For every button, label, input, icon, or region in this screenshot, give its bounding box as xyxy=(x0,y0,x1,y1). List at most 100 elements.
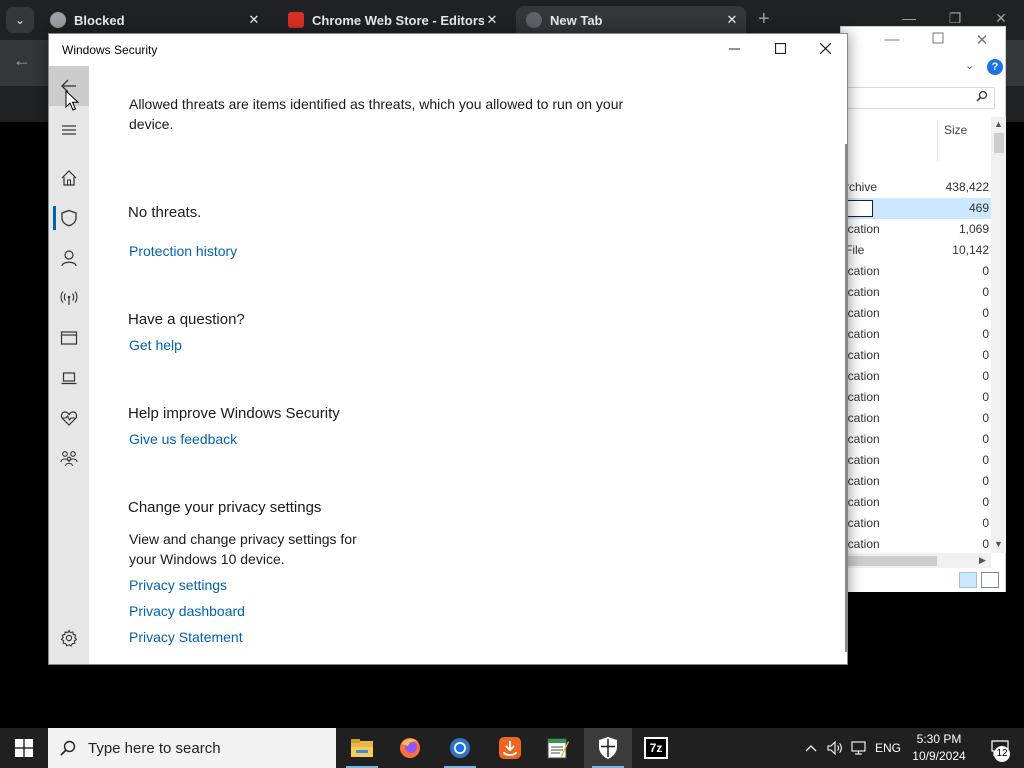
browser-minimize-button[interactable]: — xyxy=(894,10,924,26)
list-item[interactable]: ication 0 xyxy=(841,513,991,534)
network-button[interactable] xyxy=(848,728,870,768)
list-item[interactable]: ication 0 xyxy=(841,492,991,513)
tab-title: New Tab xyxy=(550,12,603,28)
taskbar-windows-security[interactable] xyxy=(584,728,632,768)
vertical-scrollbar[interactable]: ▲ ▼ xyxy=(991,117,1006,553)
heart-pulse-icon xyxy=(60,411,78,426)
taskbar-firefox[interactable] xyxy=(386,728,434,768)
status-bar xyxy=(841,568,1005,592)
app-browser-icon xyxy=(60,331,78,345)
protection-history-link[interactable]: Protection history xyxy=(129,243,237,259)
taskbar-search-input[interactable]: Type here to search xyxy=(48,728,336,768)
web-store-icon xyxy=(288,12,304,28)
active-indicator xyxy=(53,206,56,230)
taskbar-file-explorer[interactable] xyxy=(338,728,386,768)
scroll-up-icon[interactable]: ▲ xyxy=(991,119,1006,129)
tab-search-button[interactable]: ⌄ xyxy=(6,7,34,33)
list-item[interactable]: ication 0 xyxy=(841,471,991,492)
start-button[interactable] xyxy=(0,728,48,768)
list-item-selected[interactable]: 469 xyxy=(841,198,991,219)
mouse-cursor-icon xyxy=(65,90,79,111)
explorer-maximize-button[interactable] xyxy=(923,31,953,48)
content-scrollbar[interactable] xyxy=(845,144,847,652)
help-icon[interactable]: ? xyxy=(987,59,1003,75)
close-tab-icon[interactable]: ✕ xyxy=(724,12,740,28)
horizontal-scrollbar[interactable]: ▶ xyxy=(841,553,991,568)
list-item[interactable]: ication 0 xyxy=(841,261,991,282)
list-item[interactable]: ication 0 xyxy=(841,387,991,408)
taskbar: Type here to search 7z ENG 5:30 PM 10/9/… xyxy=(0,728,1024,768)
nav-home[interactable] xyxy=(49,158,89,198)
list-item[interactable]: ication 0 xyxy=(841,429,991,450)
explorer-search-input[interactable] xyxy=(847,87,995,109)
list-item[interactable]: ication 1,069 xyxy=(841,219,991,240)
list-item[interactable]: ication 0 xyxy=(841,450,991,471)
scrollbar-thumb[interactable] xyxy=(994,133,1004,153)
tab-chrome-web-store[interactable]: Chrome Web Store - Editors' P ✕ xyxy=(278,6,506,34)
tab-blocked[interactable]: Blocked ✕ xyxy=(40,6,268,34)
privacy-settings-heading: Change your privacy settings xyxy=(128,499,322,516)
scroll-right-icon[interactable]: ▶ xyxy=(975,555,990,566)
large-icons-view-icon[interactable] xyxy=(981,572,999,588)
explorer-minimize-button[interactable]: — xyxy=(877,31,907,48)
taskbar-chrome[interactable] xyxy=(436,728,484,768)
column-header-size[interactable]: Size xyxy=(937,121,983,161)
speaker-icon xyxy=(827,741,842,755)
list-item[interactable]: ication 0 xyxy=(841,324,991,345)
list-item[interactable]: ication 0 xyxy=(841,303,991,324)
input-language-button[interactable]: ENG xyxy=(872,728,904,768)
show-hidden-icons-button[interactable] xyxy=(800,728,822,768)
list-item[interactable]: rchive 438,422 xyxy=(841,177,991,198)
action-center-button[interactable]: 12 xyxy=(980,728,1020,768)
nav-device-security[interactable] xyxy=(49,358,89,398)
maximize-icon xyxy=(774,42,786,55)
maximize-icon xyxy=(932,32,944,44)
list-item[interactable]: ication 0 xyxy=(841,534,991,555)
list-item[interactable]: ication 0 xyxy=(841,345,991,366)
privacy-statement-link[interactable]: Privacy Statement xyxy=(129,629,243,645)
ribbon-expand-icon[interactable]: ⌄ xyxy=(965,59,974,72)
nav-virus-threat-protection[interactable] xyxy=(49,198,89,238)
browser-close-button[interactable]: ✕ xyxy=(986,10,1016,27)
nav-firewall-network[interactable] xyxy=(49,278,89,318)
close-icon xyxy=(819,42,831,55)
list-item[interactable]: File 10,142 xyxy=(841,240,991,261)
scrollbar-thumb[interactable] xyxy=(847,556,937,566)
taskbar-downloader[interactable] xyxy=(486,728,534,768)
scroll-down-icon[interactable]: ▼ xyxy=(991,539,1006,549)
give-feedback-link[interactable]: Give us feedback xyxy=(129,431,237,447)
list-item[interactable]: ication 0 xyxy=(841,366,991,387)
title-bar[interactable]: Windows Security xyxy=(49,34,847,66)
close-tab-icon[interactable]: ✕ xyxy=(246,12,262,28)
file-list: rchive 438,422 469 ication 1,069 File 10,14… xyxy=(841,177,991,555)
nav-device-performance-health[interactable] xyxy=(49,398,89,438)
nav-family-options[interactable] xyxy=(49,438,89,478)
minimize-button[interactable] xyxy=(711,34,757,66)
taskbar-7zip[interactable]: 7z xyxy=(632,728,680,768)
browser-back-button[interactable]: ← xyxy=(10,50,34,71)
nav-account-protection[interactable] xyxy=(49,238,89,278)
tab-new-tab[interactable]: New Tab ✕ xyxy=(516,6,746,34)
file-explorer-window: — ✕ ⌄ ? Size rchive 438,422 469 ication 1,… xyxy=(840,26,1006,592)
nav-app-browser-control[interactable] xyxy=(49,318,89,358)
get-help-link[interactable]: Get help xyxy=(129,337,182,353)
close-button[interactable] xyxy=(802,34,848,66)
rename-box[interactable] xyxy=(847,200,873,217)
windows-logo-icon xyxy=(15,739,33,757)
new-tab-button[interactable]: + xyxy=(758,8,770,31)
notepad-icon xyxy=(547,738,569,759)
volume-button[interactable] xyxy=(824,728,846,768)
system-clock[interactable]: 5:30 PM 10/9/2024 xyxy=(906,731,972,765)
menu-button[interactable] xyxy=(49,110,89,150)
taskbar-notepad[interactable] xyxy=(534,728,582,768)
privacy-dashboard-link[interactable]: Privacy dashboard xyxy=(129,603,245,619)
nav-settings[interactable] xyxy=(49,618,89,658)
list-item[interactable]: ication 0 xyxy=(841,282,991,303)
browser-restore-button[interactable]: ❐ xyxy=(940,10,970,27)
privacy-settings-link[interactable]: Privacy settings xyxy=(129,577,227,593)
maximize-button[interactable] xyxy=(757,34,803,66)
details-view-icon[interactable] xyxy=(959,572,977,588)
list-item[interactable]: ication 0 xyxy=(841,408,991,429)
close-tab-icon[interactable]: ✕ xyxy=(484,12,500,28)
explorer-close-button[interactable]: ✕ xyxy=(967,31,997,49)
